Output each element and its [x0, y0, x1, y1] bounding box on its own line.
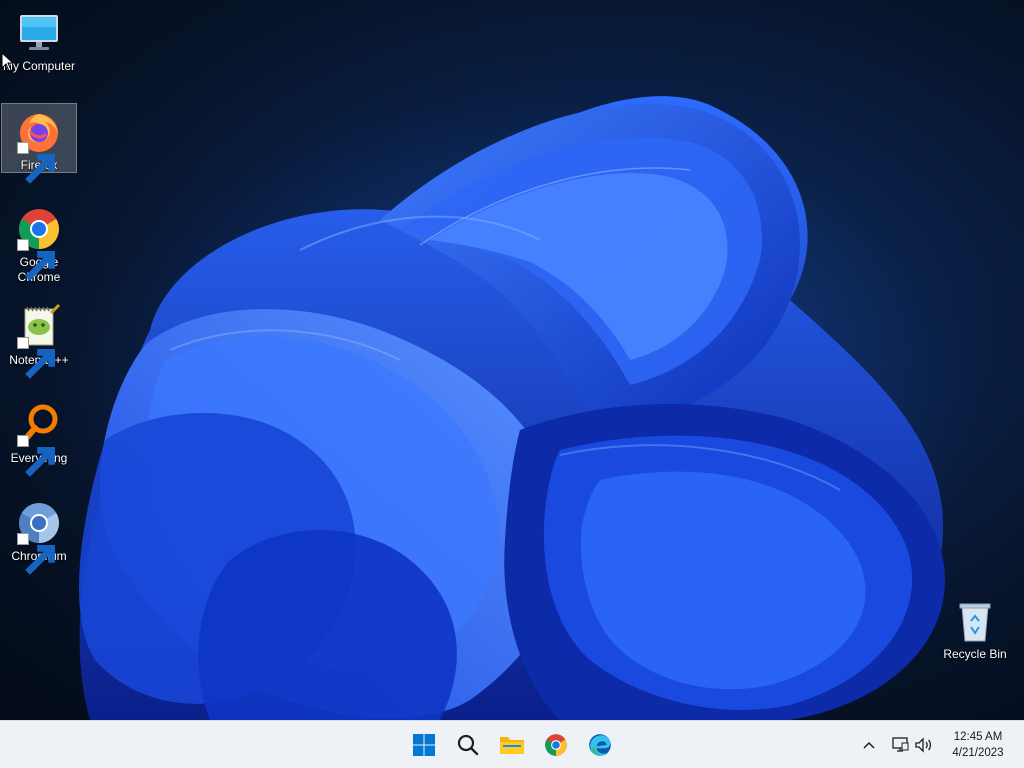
taskbar: 12:45 AM 4/21/2023 [0, 720, 1024, 768]
shortcut-arrow-icon [17, 239, 55, 281]
start-button[interactable] [404, 725, 444, 765]
chromium-icon [15, 499, 63, 575]
edge-taskbar-button[interactable] [580, 725, 620, 765]
search-button[interactable] [448, 725, 488, 765]
show-hidden-icons-button[interactable] [858, 733, 880, 757]
volume-icon [915, 737, 932, 753]
monitor-icon [15, 9, 63, 57]
shortcut-arrow-icon [17, 142, 55, 184]
desktop-icon-recycle-bin[interactable]: Recycle Bin [937, 593, 1013, 663]
folder-icon [500, 737, 524, 754]
desktop-icon-chromium[interactable]: Chromium [1, 495, 77, 575]
desktop-icon-notepad-plus-plus[interactable]: Notepad++ [1, 299, 77, 379]
clock-date: 4/21/2023 [952, 747, 1004, 759]
network-status-button[interactable] [889, 733, 911, 757]
firefox-icon [15, 108, 63, 184]
mouse-cursor-icon [1, 52, 13, 72]
desktop-icon-everything[interactable]: Everything [1, 397, 77, 477]
wallpaper-bloom [60, 96, 980, 720]
shortcut-arrow-icon [17, 435, 55, 477]
recycle-bin-icon [951, 597, 999, 645]
file-explorer-button[interactable] [492, 725, 532, 765]
desktop-icon-label: Recycle Bin [943, 647, 1007, 661]
edge-icon [589, 734, 611, 756]
shortcut-arrow-icon [17, 337, 55, 379]
windows-start-icon [413, 734, 435, 756]
shortcut-arrow-icon [17, 533, 55, 575]
search-icon [457, 734, 479, 756]
volume-button[interactable] [913, 733, 935, 757]
desktop-icon-google-chrome[interactable]: Google Chrome [1, 201, 77, 287]
clock[interactable]: 12:45 AM 4/21/2023 [940, 729, 1016, 761]
chrome-icon [545, 734, 567, 756]
chevron-up-icon [863, 741, 875, 749]
chrome-taskbar-button[interactable] [536, 725, 576, 765]
chrome-icon [15, 205, 63, 281]
network-icon [892, 737, 909, 752]
desktop-icon-firefox[interactable]: Firefox [1, 103, 77, 184]
desktop[interactable]: My Computer Firefox Google Chrome Notepa… [0, 0, 1024, 720]
everything-search-icon [15, 401, 63, 477]
notepad-plus-plus-icon [15, 303, 63, 379]
clock-time: 12:45 AM [953, 731, 1003, 743]
